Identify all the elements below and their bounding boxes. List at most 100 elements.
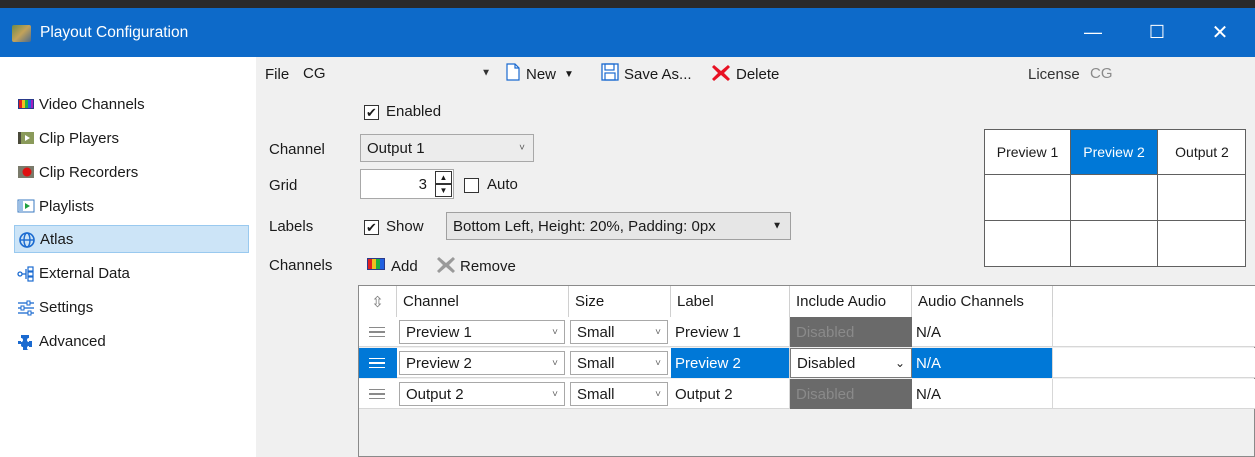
new-dropdown-icon: ▼ <box>564 68 574 80</box>
file-label: File <box>265 66 290 83</box>
row-label-field[interactable]: Output 2 <box>671 379 790 409</box>
video-channels-icon <box>17 97 35 111</box>
labels-label: Labels <box>269 218 314 235</box>
row-size-value: Small <box>577 323 615 341</box>
sidebar-item-playlists[interactable]: Playlists <box>17 192 249 220</box>
window-top-edge <box>0 0 1255 8</box>
channel-select-value: Output 1 <box>367 139 425 157</box>
row-include-audio-value: Disabled <box>797 354 856 372</box>
sidebar-item-label: Advanced <box>39 332 106 350</box>
sidebar-item-label: Clip Players <box>39 129 120 147</box>
chevron-down-icon: ˅ <box>552 388 558 400</box>
new-button[interactable]: New ▼ <box>506 63 574 85</box>
settings-sliders-icon <box>17 300 35 316</box>
grid-cell-empty <box>1071 175 1158 221</box>
show-label: Show <box>386 218 424 235</box>
grid-spinbox-value: 3 <box>418 175 427 193</box>
channel-label: Channel <box>269 141 325 158</box>
sidebar-item-label: Settings <box>39 298 94 316</box>
add-label: Add <box>391 257 418 275</box>
sidebar-item-external-data[interactable]: External Data <box>17 259 249 287</box>
grid-cell-preview-1: Preview 1 <box>985 130 1071 175</box>
add-channel-button[interactable]: Add <box>366 255 418 277</box>
new-button-label: New <box>526 65 557 83</box>
chevron-down-icon: ˅ <box>655 357 661 369</box>
grid-cell-empty <box>1071 221 1158 267</box>
remove-channel-button[interactable]: Remove <box>436 255 516 277</box>
row-channel-select[interactable]: Preview 2 ˅ <box>399 351 565 375</box>
column-header-size[interactable]: Size <box>569 286 671 317</box>
auto-label: Auto <box>487 176 518 193</box>
sidebar-item-label: Video Channels <box>39 95 145 113</box>
sidebar-item-advanced[interactable]: Advanced <box>17 327 249 355</box>
license-value-text: CG <box>1090 64 1113 82</box>
channels-label: Channels <box>269 257 333 274</box>
file-select[interactable]: CG ▼ <box>295 60 499 86</box>
grid-label: Grid <box>269 177 298 194</box>
sidebar: Video Channels Clip Players Clip Recorde… <box>0 57 256 457</box>
row-size-select[interactable]: Small ˅ <box>570 382 668 406</box>
row-include-audio-select: Disabled <box>790 317 912 347</box>
row-size-select[interactable]: Small ˅ <box>570 351 668 375</box>
table-row[interactable]: Preview 1 ˅ Small ˅ Preview 1 Disabled N… <box>359 317 1255 347</box>
column-header-label[interactable]: Label <box>671 286 790 317</box>
grid-cell-empty <box>1158 175 1246 221</box>
show-labels-checkbox[interactable]: ✔ <box>364 220 379 235</box>
column-header-channel[interactable]: Channel <box>397 286 569 317</box>
atlas-globe-icon <box>18 232 36 248</box>
sidebar-item-video-channels[interactable]: Video Channels <box>17 90 249 118</box>
maximize-button[interactable]: ☐ <box>1129 8 1185 57</box>
sidebar-item-clip-players[interactable]: Clip Players <box>17 124 249 152</box>
chevron-down-icon: ˅ <box>552 357 558 369</box>
spin-down-icon[interactable]: ▼ <box>435 184 452 197</box>
column-header-filler <box>1053 286 1255 317</box>
enabled-label: Enabled <box>386 103 442 120</box>
save-disk-icon <box>601 63 619 85</box>
labels-position-select[interactable]: Bottom Left, Height: 20%, Padding: 0px ▼ <box>446 212 791 240</box>
chevron-down-icon: ▼ <box>481 67 491 79</box>
row-channel-select[interactable]: Output 2 ˅ <box>399 382 565 406</box>
grid-cell-output-2: Output 2 <box>1158 130 1246 175</box>
row-label-field[interactable]: Preview 1 <box>671 317 790 347</box>
delete-button[interactable]: Delete <box>711 63 779 85</box>
chevron-down-icon: ˅ <box>655 388 661 400</box>
sidebar-item-atlas[interactable]: Atlas <box>14 225 249 253</box>
row-channel-select[interactable]: Preview 1 ˅ <box>399 320 565 344</box>
spin-up-icon[interactable]: ▲ <box>435 171 452 184</box>
save-as-button[interactable]: Save As... <box>601 63 692 85</box>
title-bar[interactable]: Playout Configuration — ☐ ✕ <box>0 8 1255 57</box>
channel-select[interactable]: Output 1 ˅ <box>360 134 534 162</box>
remove-x-icon <box>436 255 456 277</box>
sidebar-item-clip-recorders[interactable]: Clip Recorders <box>17 158 249 186</box>
close-button[interactable]: ✕ <box>1192 8 1248 57</box>
auto-checkbox[interactable] <box>464 178 479 193</box>
row-audio-channels: N/A <box>912 317 1053 347</box>
delete-label: Delete <box>736 65 780 83</box>
row-size-select[interactable]: Small ˅ <box>570 320 668 344</box>
sidebar-item-label: External Data <box>39 264 130 282</box>
drag-handle-icon[interactable] <box>369 317 385 347</box>
table-row-selected[interactable]: Preview 2 ˅ Small ˅ Preview 2 Disabled ⌄… <box>359 348 1255 378</box>
row-audio-channels: N/A <box>912 348 1053 378</box>
column-header-audio-channels[interactable]: Audio Channels <box>912 286 1053 317</box>
clip-recorders-icon <box>17 165 35 179</box>
table-row[interactable]: Output 2 ˅ Small ˅ Output 2 Disabled N/A <box>359 379 1255 409</box>
clip-players-icon <box>17 131 35 145</box>
grid-cell-empty <box>985 221 1071 267</box>
add-channel-icon <box>366 256 386 276</box>
grid-cell-empty <box>1158 221 1246 267</box>
column-header-include-audio[interactable]: Include Audio <box>790 286 912 317</box>
sidebar-item-settings[interactable]: Settings <box>17 293 249 321</box>
row-label-field[interactable]: Preview 2 <box>671 348 790 378</box>
chevron-down-icon: ˅ <box>655 326 661 338</box>
row-channel-value: Output 2 <box>406 385 464 403</box>
enabled-checkbox[interactable]: ✔ <box>364 105 379 120</box>
row-include-audio-select: Disabled <box>790 379 912 409</box>
minimize-button[interactable]: — <box>1065 8 1121 57</box>
drag-handle-icon[interactable] <box>369 348 385 378</box>
row-include-audio-value: Disabled <box>796 385 855 403</box>
row-include-audio-select[interactable]: Disabled ⌄ <box>790 348 912 378</box>
playlists-icon <box>17 199 35 213</box>
drag-handle-icon[interactable] <box>369 379 385 409</box>
sort-icon[interactable]: ⇳ <box>359 286 397 317</box>
